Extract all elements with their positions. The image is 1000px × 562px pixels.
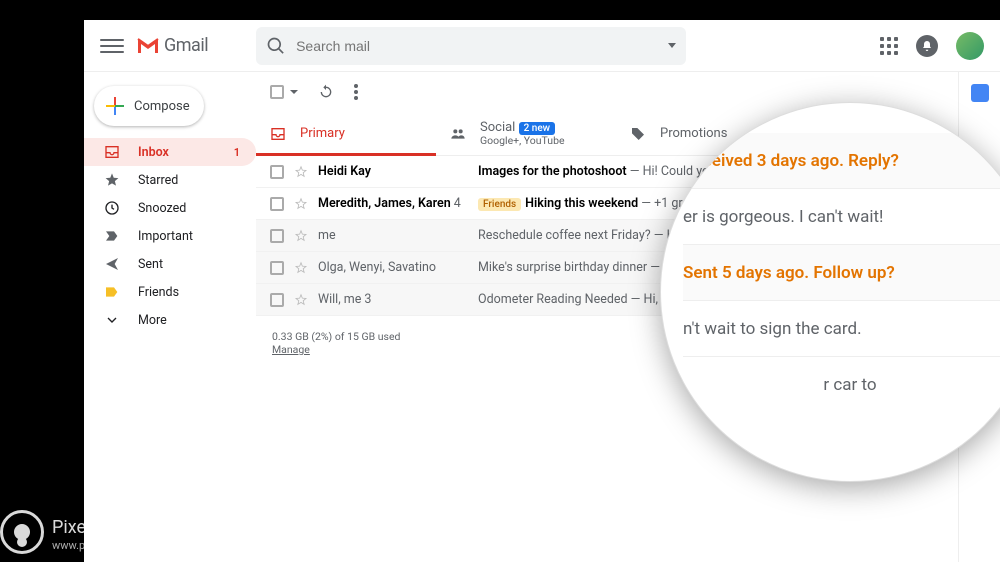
search-bar[interactable] bbox=[256, 27, 686, 65]
label-icon bbox=[104, 284, 120, 300]
star-icon[interactable] bbox=[294, 293, 308, 307]
notifications-icon[interactable] bbox=[916, 35, 938, 57]
people-icon bbox=[450, 126, 466, 142]
sidebar-label: Snoozed bbox=[138, 201, 186, 216]
nudge-sent: Sent 5 days ago. Follow up? bbox=[683, 263, 895, 283]
mag-snippet-3: r car to bbox=[823, 375, 876, 395]
tab-social-label: Social bbox=[480, 120, 515, 135]
sidebar-item-sent[interactable]: Sent bbox=[84, 250, 256, 278]
storage-text: 0.33 GB (2%) of 15 GB used bbox=[272, 330, 400, 343]
star-icon[interactable] bbox=[294, 261, 308, 275]
star-icon[interactable] bbox=[294, 165, 308, 179]
sent-icon bbox=[104, 256, 120, 272]
gmail-m-icon bbox=[136, 37, 160, 55]
sidebar-label: Starred bbox=[138, 173, 178, 188]
more-icon bbox=[104, 312, 120, 328]
sender: me bbox=[318, 228, 468, 243]
tag-icon bbox=[630, 126, 646, 142]
row-checkbox[interactable] bbox=[270, 165, 284, 179]
mag-snippet-1: er is gorgeous. I can't wait! bbox=[683, 207, 883, 227]
sidebar-label: Sent bbox=[138, 257, 163, 272]
account-avatar[interactable] bbox=[956, 32, 984, 60]
more-options-icon[interactable] bbox=[354, 84, 358, 100]
sidebar-item-snoozed[interactable]: Snoozed bbox=[84, 194, 256, 222]
google-apps-icon[interactable] bbox=[880, 37, 898, 55]
tab-social[interactable]: Social 2 new Google+, YouTube bbox=[436, 112, 616, 155]
manage-storage-link[interactable]: Manage bbox=[272, 343, 310, 356]
watermark: Pixel 中文网 www.pixcn.cn bbox=[0, 510, 149, 554]
sidebar-label: More bbox=[138, 313, 167, 328]
sidebar-item-important[interactable]: Important bbox=[84, 222, 256, 250]
gmail-logo[interactable]: Gmail bbox=[136, 35, 208, 56]
sidebar-item-more[interactable]: More bbox=[84, 306, 256, 334]
star-icon[interactable] bbox=[294, 229, 308, 243]
sender: Heidi Kay bbox=[318, 164, 468, 179]
refresh-icon[interactable] bbox=[318, 84, 334, 100]
sidebar-item-friends[interactable]: Friends bbox=[84, 278, 256, 306]
app-name: Gmail bbox=[164, 35, 208, 56]
sidebar-item-starred[interactable]: Starred bbox=[84, 166, 256, 194]
watermark-line1: Pixel 中文网 bbox=[52, 513, 149, 539]
inbox-icon bbox=[270, 126, 286, 142]
watermark-line2: www.pixcn.cn bbox=[52, 539, 149, 552]
watermark-icon bbox=[0, 510, 44, 554]
select-dropdown-icon[interactable] bbox=[290, 90, 298, 94]
sender: Will, me3 bbox=[318, 292, 468, 307]
search-options-dropdown-icon[interactable] bbox=[668, 43, 676, 48]
select-all-checkbox[interactable] bbox=[270, 85, 284, 99]
sidebar-label: Inbox bbox=[138, 145, 169, 160]
sidebar: Compose Inbox 1 Starred Snoozed Important Sen… bbox=[84, 72, 256, 562]
sender: Meredith, James, Karen4 bbox=[318, 196, 468, 211]
sidebar-count: 1 bbox=[234, 146, 240, 159]
sidebar-label: Friends bbox=[138, 285, 179, 300]
star-icon[interactable] bbox=[294, 197, 308, 211]
search-input[interactable] bbox=[296, 38, 660, 54]
search-icon bbox=[266, 36, 286, 56]
inbox-icon bbox=[104, 144, 120, 160]
label-chip: Friends bbox=[478, 198, 521, 211]
sender: Olga, Wenyi, Savatino bbox=[318, 260, 468, 275]
sidebar-item-inbox[interactable]: Inbox 1 bbox=[84, 138, 256, 166]
tab-primary[interactable]: Primary bbox=[256, 112, 436, 155]
compose-label: Compose bbox=[134, 99, 190, 114]
row-checkbox[interactable] bbox=[270, 293, 284, 307]
clock-icon bbox=[104, 200, 120, 216]
row-checkbox[interactable] bbox=[270, 261, 284, 275]
tab-social-sub: Google+, YouTube bbox=[480, 135, 565, 147]
plus-icon bbox=[106, 97, 124, 115]
star-icon bbox=[104, 172, 120, 188]
mag-snippet-2: n't wait to sign the card. bbox=[683, 319, 862, 339]
calendar-app-icon[interactable] bbox=[971, 84, 989, 102]
row-checkbox[interactable] bbox=[270, 229, 284, 243]
compose-button[interactable]: Compose bbox=[94, 86, 204, 126]
row-checkbox[interactable] bbox=[270, 197, 284, 211]
important-icon bbox=[104, 228, 120, 244]
sidebar-label: Important bbox=[138, 229, 193, 244]
tab-promotions-label: Promotions bbox=[660, 126, 727, 141]
hamburger-menu-icon[interactable] bbox=[100, 34, 124, 58]
tab-primary-label: Primary bbox=[300, 126, 345, 141]
